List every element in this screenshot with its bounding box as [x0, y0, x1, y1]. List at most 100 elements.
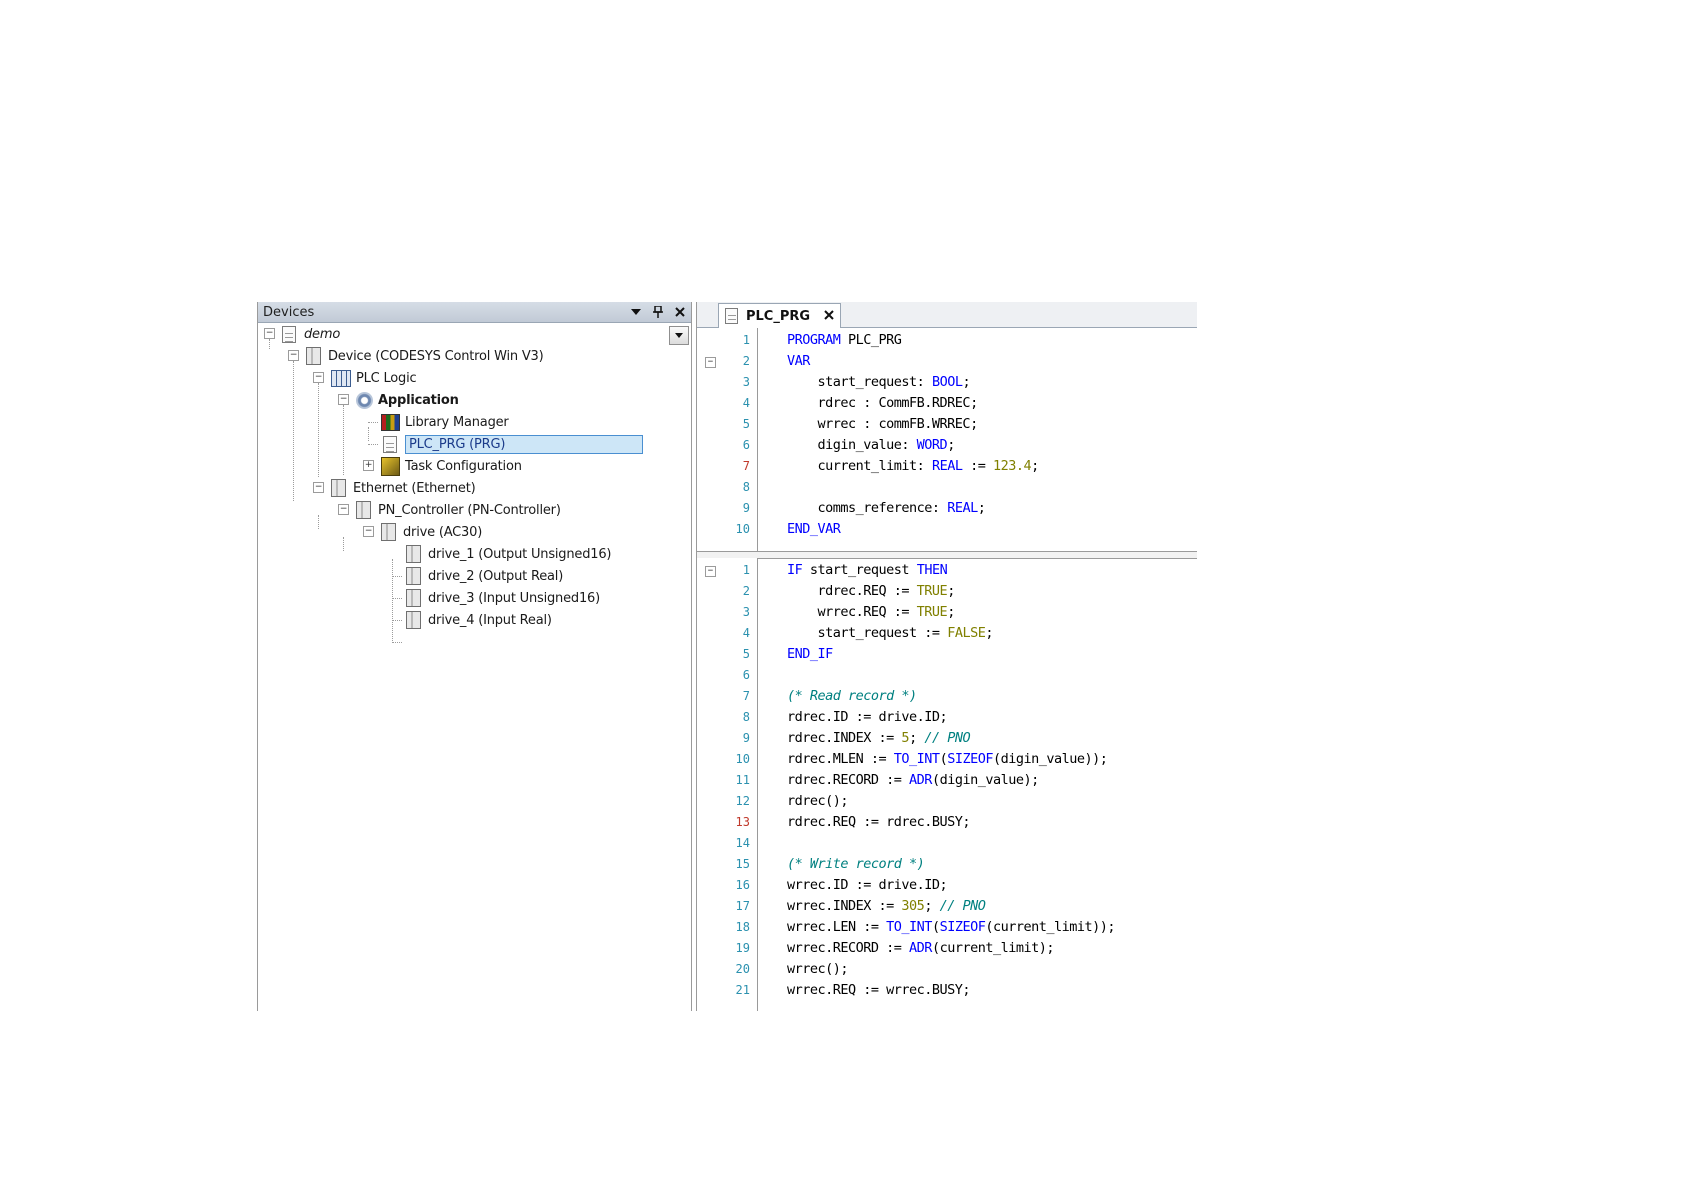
- code-line[interactable]: 5 END_IF: [697, 644, 1197, 665]
- code-line[interactable]: − 2 VAR: [697, 351, 1197, 372]
- tree-node-drive[interactable]: − drive (AC30): [363, 522, 482, 542]
- code-line[interactable]: 1 PROGRAM PLC_PRG: [697, 330, 1197, 351]
- code-line[interactable]: 5 wrrec : commFB.WRREC;: [697, 414, 1197, 435]
- line-number: 2: [742, 354, 750, 368]
- code-text: wrrec.RECORD := ADR(current_limit);: [787, 940, 1054, 956]
- expand-icon[interactable]: +: [363, 460, 374, 471]
- code-text: wrrec.ID := drive.ID;: [787, 877, 948, 893]
- tree-node-drive-3[interactable]: drive_3 (Input Unsigned16): [404, 588, 600, 608]
- fold-icon[interactable]: −: [705, 566, 716, 577]
- dropdown-icon[interactable]: [625, 302, 647, 322]
- fold-icon[interactable]: −: [705, 357, 716, 368]
- code-line[interactable]: 9 rdrec.INDEX := 5; // PNO: [697, 728, 1197, 749]
- code-line[interactable]: 10 rdrec.MLEN := TO_INT(SIZEOF(digin_valu…: [697, 749, 1197, 770]
- code-text: rdrec();: [787, 793, 849, 809]
- code-text: wrrec.REQ := TRUE;: [787, 604, 956, 620]
- tree-node-plc-logic[interactable]: − PLC Logic: [313, 368, 417, 388]
- code-line[interactable]: 7 current_limit: REAL := 123.4;: [697, 456, 1197, 477]
- ethernet-icon: [331, 479, 346, 497]
- code-line[interactable]: 4 rdrec : CommFB.RDREC;: [697, 393, 1197, 414]
- code-line[interactable]: 6: [697, 665, 1197, 686]
- collapse-icon[interactable]: −: [338, 394, 349, 405]
- tree-node-pn-controller[interactable]: − PN_Controller (PN-Controller): [338, 500, 561, 520]
- line-number: 3: [742, 605, 750, 619]
- code-line[interactable]: 3 start_request: BOOL;: [697, 372, 1197, 393]
- line-number: 8: [742, 480, 750, 494]
- code-text: END_VAR: [787, 521, 841, 537]
- code-line[interactable]: 21 wrrec.REQ := wrrec.BUSY;: [697, 980, 1197, 1001]
- tab-label: PLC_PRG: [746, 308, 811, 324]
- collapse-icon[interactable]: −: [288, 350, 299, 361]
- code-line[interactable]: 4 start_request := FALSE;: [697, 623, 1197, 644]
- tree-node-library-manager[interactable]: Library Manager: [381, 412, 509, 432]
- line-number: 3: [742, 375, 750, 389]
- collapse-icon[interactable]: −: [264, 328, 275, 339]
- code-line[interactable]: 20 wrrec();: [697, 959, 1197, 980]
- devices-titlebar: Devices: [258, 302, 691, 323]
- code-line[interactable]: 7 (* Read record *): [697, 686, 1197, 707]
- code-line[interactable]: 3 wrrec.REQ := TRUE;: [697, 602, 1197, 623]
- line-number: 9: [742, 731, 750, 745]
- line-number: 14: [735, 836, 750, 850]
- code-line[interactable]: 2 rdrec.REQ := TRUE;: [697, 581, 1197, 602]
- tree-label: Library Manager: [405, 414, 509, 430]
- tab-plc-prg[interactable]: PLC_PRG: [718, 303, 842, 328]
- code-text: start_request: BOOL;: [787, 374, 971, 390]
- tree-node-drive-2[interactable]: drive_2 (Output Real): [404, 566, 563, 586]
- tree-node-ethernet[interactable]: − Ethernet (Ethernet): [313, 478, 476, 498]
- collapse-icon[interactable]: −: [313, 372, 324, 383]
- tree-node-task-configuration[interactable]: + Task Configuration: [363, 456, 522, 476]
- code-text: wrrec();: [787, 961, 849, 977]
- close-tab-icon[interactable]: [824, 309, 834, 324]
- project-icon: [282, 325, 296, 343]
- code-text: rdrec.REQ := TRUE;: [787, 583, 956, 599]
- module-icon: [406, 589, 421, 607]
- code-line[interactable]: 10 END_VAR: [697, 519, 1197, 540]
- code-line[interactable]: 18 wrrec.LEN := TO_INT(SIZEOF(current_lim…: [697, 917, 1197, 938]
- tree-label-selected: PLC_PRG (PRG): [405, 434, 643, 454]
- line-number: 10: [735, 522, 750, 536]
- close-icon[interactable]: [669, 302, 691, 322]
- implementation-pane[interactable]: − 1 IF start_request THEN 2 rdrec.REQ := TR…: [697, 558, 1197, 1011]
- code-text: END_IF: [787, 646, 833, 662]
- code-line[interactable]: 15 (* Write record *): [697, 854, 1197, 875]
- code-line[interactable]: 16 wrrec.ID := drive.ID;: [697, 875, 1197, 896]
- code-line[interactable]: 17 wrrec.INDEX := 305; // PNO: [697, 896, 1197, 917]
- tree-dropdown-button[interactable]: [669, 326, 689, 345]
- line-number: 9: [742, 501, 750, 515]
- line-number: 21: [735, 983, 750, 997]
- code-line[interactable]: 8 rdrec.ID := drive.ID;: [697, 707, 1197, 728]
- line-number: 19: [735, 941, 750, 955]
- collapse-icon[interactable]: −: [363, 526, 374, 537]
- tree-node-application[interactable]: − Application: [338, 390, 459, 410]
- code-line[interactable]: 12 rdrec();: [697, 791, 1197, 812]
- code-line[interactable]: 19 wrrec.RECORD := ADR(current_limit);: [697, 938, 1197, 959]
- books-icon: [381, 413, 400, 431]
- code-text: rdrec : CommFB.RDREC;: [787, 395, 979, 411]
- code-line[interactable]: 13 rdrec.REQ := rdrec.BUSY;: [697, 812, 1197, 833]
- code-line[interactable]: 9 comms_reference: REAL;: [697, 498, 1197, 519]
- line-number: 4: [742, 396, 750, 410]
- tree-node-demo[interactable]: − demo: [264, 324, 340, 344]
- code-editor: PLC_PRG 1 PROGRAM PLC_PRG − 2 VAR 3 start_req…: [696, 302, 1197, 1011]
- tree-node-drive-1[interactable]: drive_1 (Output Unsigned16): [404, 544, 611, 564]
- tree-label: PLC Logic: [356, 370, 417, 386]
- code-line[interactable]: − 1 IF start_request THEN: [697, 560, 1197, 581]
- collapse-icon[interactable]: −: [338, 504, 349, 515]
- line-number: 4: [742, 626, 750, 640]
- code-line[interactable]: 6 digin_value: WORD;: [697, 435, 1197, 456]
- line-number: 13: [735, 815, 750, 829]
- tree-node-drive-4[interactable]: drive_4 (Input Real): [404, 610, 552, 630]
- collapse-icon[interactable]: −: [313, 482, 324, 493]
- code-line[interactable]: 14: [697, 833, 1197, 854]
- code-text: IF start_request THEN: [787, 562, 948, 578]
- declaration-pane[interactable]: 1 PROGRAM PLC_PRG − 2 VAR 3 start_request: BO…: [697, 328, 1197, 551]
- code-line[interactable]: 8: [697, 477, 1197, 498]
- tree-node-device[interactable]: − Device (CODESYS Control Win V3): [288, 346, 544, 366]
- pin-icon[interactable]: [647, 302, 669, 322]
- line-number: 7: [742, 689, 750, 703]
- tree-label: Ethernet (Ethernet): [353, 480, 476, 496]
- tree-node-plc-prg[interactable]: PLC_PRG (PRG): [381, 434, 643, 454]
- module-icon: [406, 567, 421, 585]
- code-line[interactable]: 11 rdrec.RECORD := ADR(digin_value);: [697, 770, 1197, 791]
